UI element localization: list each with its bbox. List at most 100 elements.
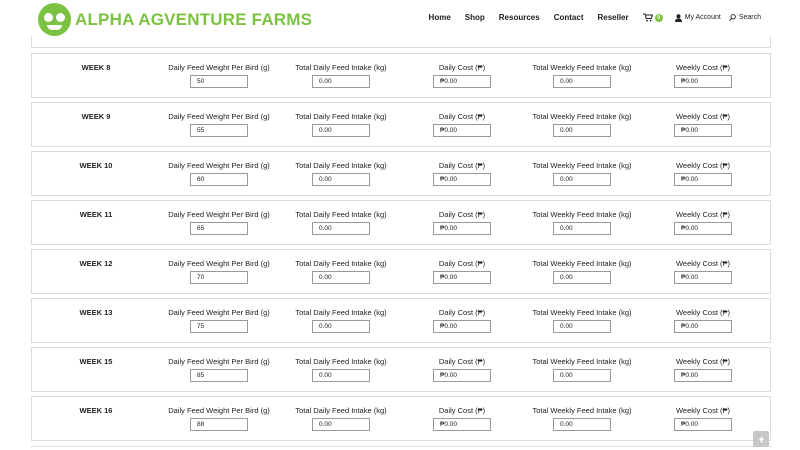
total-weekly-intake-field[interactable]: 0.00 (553, 222, 611, 235)
daily-cost-field[interactable]: ₱0.00 (433, 124, 491, 137)
total-daily-intake-field[interactable]: 0.00 (312, 173, 370, 186)
total-weekly-intake-field[interactable]: 0.00 (553, 369, 611, 382)
daily-cost-field[interactable]: ₱0.00 (433, 418, 491, 431)
weekly-cost-cell: Weekly Cost (₱) ₱0.00 (644, 63, 762, 88)
daily-cost-field[interactable]: ₱0.00 (433, 222, 491, 235)
search-link[interactable]: Search (728, 14, 761, 21)
daily-cost-cell: Daily Cost (₱) ₱0.00 (402, 406, 522, 431)
total-weekly-intake-cell: Total Weekly Feed Intake (kg) 0.00 (522, 161, 642, 186)
weekly-cost-field[interactable]: ₱0.00 (674, 124, 732, 137)
daily-weight-input[interactable]: 88 (190, 418, 248, 431)
daily-weight-label: Daily Feed Weight Per Bird (g) (168, 161, 270, 170)
weekly-cost-label: Weekly Cost (₱) (675, 406, 731, 415)
weekly-cost-label: Weekly Cost (₱) (675, 63, 731, 72)
total-daily-intake-field[interactable]: 0.00 (312, 369, 370, 382)
daily-weight-input[interactable]: 75 (190, 320, 248, 333)
cart-button[interactable]: 0 (642, 13, 663, 22)
daily-weight-label: Daily Feed Weight Per Bird (g) (168, 259, 270, 268)
daily-weight-cell: Daily Feed Weight Per Bird (g) 60 (160, 161, 278, 186)
daily-cost-cell: Daily Cost (₱) ₱0.00 (402, 112, 522, 137)
total-daily-intake-field[interactable]: 0.00 (312, 320, 370, 333)
total-weekly-intake-field[interactable]: 0.00 (553, 320, 611, 333)
total-weekly-intake-field[interactable]: 0.00 (553, 173, 611, 186)
daily-weight-cell: Daily Feed Weight Per Bird (g) 75 (160, 308, 278, 333)
week-row: WEEK 13 Daily Feed Weight Per Bird (g) 7… (31, 298, 771, 343)
week-label: WEEK 15 (79, 357, 113, 366)
weekly-cost-field[interactable]: ₱0.00 (674, 222, 732, 235)
daily-weight-label: Daily Feed Weight Per Bird (g) (168, 357, 270, 366)
total-weekly-intake-cell: Total Weekly Feed Intake (kg) 0.00 (522, 210, 642, 235)
week-label: WEEK 12 (79, 259, 113, 268)
total-weekly-intake-field[interactable]: 0.00 (553, 418, 611, 431)
week-row: WEEK 16 Daily Feed Weight Per Bird (g) 8… (31, 396, 771, 441)
nav-item-resources[interactable]: Resources (499, 13, 540, 22)
weekly-cost-field[interactable]: ₱0.00 (674, 75, 732, 88)
total-daily-intake-label: Total Daily Feed Intake (kg) (295, 161, 387, 170)
site-header: ALPHA AGVENTURE FARMS Home Shop Resource… (0, 0, 800, 38)
total-daily-intake-label: Total Daily Feed Intake (kg) (295, 210, 387, 219)
site-logo[interactable]: ALPHA AGVENTURE FARMS (38, 3, 312, 36)
total-daily-intake-field[interactable]: 0.00 (312, 271, 370, 284)
daily-cost-label: Daily Cost (₱) (438, 161, 486, 170)
daily-weight-input[interactable]: 55 (190, 124, 248, 137)
week-row: WEEK 12 Daily Feed Weight Per Bird (g) 7… (31, 249, 771, 294)
daily-weight-cell: Daily Feed Weight Per Bird (g) 65 (160, 210, 278, 235)
week-label: WEEK 11 (79, 210, 113, 219)
weekly-cost-field[interactable]: ₱0.00 (674, 271, 732, 284)
daily-cost-field[interactable]: ₱0.00 (433, 320, 491, 333)
nav-item-reseller[interactable]: Reseller (597, 13, 628, 22)
weekly-cost-field[interactable]: ₱0.00 (674, 320, 732, 333)
week-label: WEEK 8 (81, 63, 111, 72)
daily-cost-cell: Daily Cost (₱) ₱0.00 (402, 357, 522, 382)
my-account-link[interactable]: My Account (674, 13, 721, 22)
daily-cost-field[interactable]: ₱0.00 (433, 173, 491, 186)
daily-cost-field[interactable]: ₱0.00 (433, 271, 491, 284)
weekly-cost-label: Weekly Cost (₱) (675, 112, 731, 121)
weekly-cost-cell: Weekly Cost (₱) ₱0.00 (644, 210, 762, 235)
brand-name: ALPHA AGVENTURE FARMS (75, 9, 313, 29)
week-label: WEEK 16 (79, 406, 113, 415)
total-daily-intake-cell: Total Daily Feed Intake (kg) 0.00 (282, 112, 400, 137)
daily-weight-label: Daily Feed Weight Per Bird (g) (168, 210, 270, 219)
daily-weight-input[interactable]: 60 (190, 173, 248, 186)
nav-item-shop[interactable]: Shop (465, 13, 485, 22)
total-weekly-intake-cell: Total Weekly Feed Intake (kg) 0.00 (522, 259, 642, 284)
total-daily-intake-field[interactable]: 0.00 (312, 124, 370, 137)
total-daily-intake-field[interactable]: 0.00 (312, 75, 370, 88)
nav-item-contact[interactable]: Contact (554, 13, 584, 22)
daily-cost-label: Daily Cost (₱) (438, 63, 486, 72)
daily-cost-field[interactable]: ₱0.00 (433, 369, 491, 382)
total-weekly-intake-cell: Total Weekly Feed Intake (kg) 0.00 (522, 63, 642, 88)
total-daily-intake-field[interactable]: 0.00 (312, 222, 370, 235)
daily-cost-label: Daily Cost (₱) (438, 308, 486, 317)
total-weekly-intake-field[interactable]: 0.00 (553, 124, 611, 137)
total-daily-intake-cell: Total Daily Feed Intake (kg) 0.00 (282, 259, 400, 284)
weekly-cost-cell: Weekly Cost (₱) ₱0.00 (644, 259, 762, 284)
nav-item-home[interactable]: Home (429, 13, 451, 22)
daily-weight-label: Daily Feed Weight Per Bird (g) (168, 63, 270, 72)
daily-cost-label: Daily Cost (₱) (438, 112, 486, 121)
daily-weight-label: Daily Feed Weight Per Bird (g) (168, 406, 270, 415)
weekly-cost-field[interactable]: ₱0.00 (674, 418, 732, 431)
total-weekly-intake-label: Total Weekly Feed Intake (kg) (532, 112, 632, 121)
week-row: WEEK 10 Daily Feed Weight Per Bird (g) 6… (31, 151, 771, 196)
weekly-cost-field[interactable]: ₱0.00 (674, 173, 732, 186)
week-row: WEEK 9 Daily Feed Weight Per Bird (g) 55… (31, 102, 771, 147)
total-daily-intake-label: Total Daily Feed Intake (kg) (295, 63, 387, 72)
total-daily-intake-field[interactable]: 0.00 (312, 418, 370, 431)
weekly-cost-field[interactable]: ₱0.00 (674, 369, 732, 382)
weekly-cost-cell: Weekly Cost (₱) ₱0.00 (644, 308, 762, 333)
daily-cost-label: Daily Cost (₱) (438, 357, 486, 366)
total-weekly-intake-field[interactable]: 0.00 (553, 75, 611, 88)
daily-weight-input[interactable]: 85 (190, 369, 248, 382)
daily-weight-input[interactable]: 50 (190, 75, 248, 88)
total-weekly-intake-label: Total Weekly Feed Intake (kg) (532, 63, 632, 72)
daily-cost-field[interactable]: ₱0.00 (433, 75, 491, 88)
total-weekly-intake-field[interactable]: 0.00 (553, 271, 611, 284)
total-daily-intake-label: Total Daily Feed Intake (kg) (295, 112, 387, 121)
daily-weight-input[interactable]: 65 (190, 222, 248, 235)
scroll-to-top-button[interactable] (753, 431, 769, 447)
daily-weight-input[interactable]: 70 (190, 271, 248, 284)
total-daily-intake-cell: Total Daily Feed Intake (kg) 0.00 (282, 357, 400, 382)
weekly-cost-label: Weekly Cost (₱) (675, 259, 731, 268)
